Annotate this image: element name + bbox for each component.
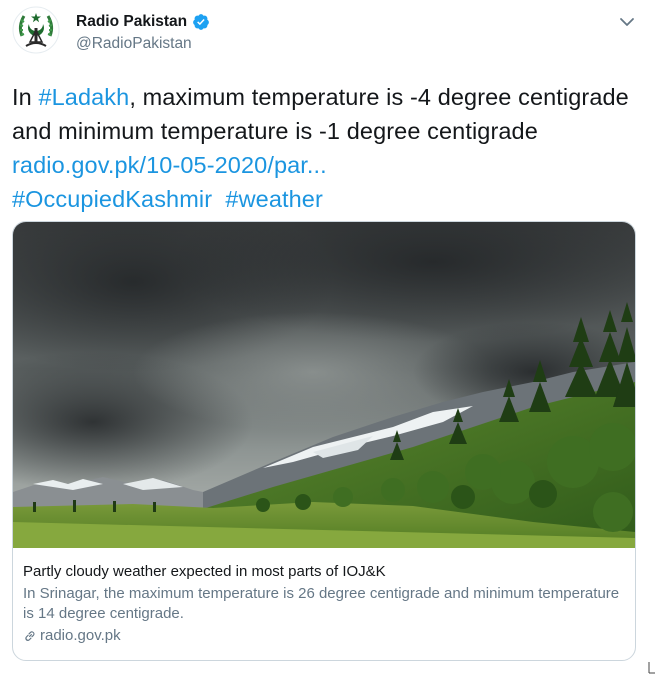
avatar[interactable] (12, 6, 60, 54)
author-handle[interactable]: @RadioPakistan (76, 35, 210, 53)
tweet-text: In #Ladakh, maximum temperature is -4 de… (12, 80, 642, 216)
radio-pakistan-logo-icon (12, 6, 60, 54)
window-edge-icon (648, 662, 655, 674)
author-name[interactable]: Radio Pakistan (76, 13, 187, 31)
card-domain: radio.gov.pk (40, 627, 121, 644)
hashtag-spacer (212, 186, 225, 212)
card-body: Partly cloudy weather expected in most p… (23, 562, 623, 646)
card-title: Partly cloudy weather expected in most p… (23, 563, 386, 580)
verified-badge-icon (193, 14, 209, 30)
hashtag-weather-link[interactable]: #weather (225, 186, 322, 212)
chevron-down-icon[interactable] (617, 12, 637, 32)
hashtag-ladakh-link[interactable]: #Ladakh (38, 84, 129, 110)
card-domain-row: radio.gov.pk (23, 626, 623, 646)
link-preview-card[interactable]: Partly cloudy weather expected in most p… (12, 221, 636, 661)
card-description: In Srinagar, the maximum temperature is … (23, 585, 620, 622)
link-icon (25, 631, 35, 641)
author-block: Radio Pakistan @RadioPakistan (76, 12, 210, 53)
article-url-link[interactable]: radio.gov.pk/10-05-2020/par... (12, 152, 327, 178)
card-landscape-image (13, 222, 635, 548)
tweet-text-part: In (12, 84, 39, 110)
hashtag-occupied-kashmir-link[interactable]: #OccupiedKashmir (12, 186, 212, 212)
tweet-container: Radio Pakistan @RadioPakistan In #Ladakh… (0, 0, 657, 675)
